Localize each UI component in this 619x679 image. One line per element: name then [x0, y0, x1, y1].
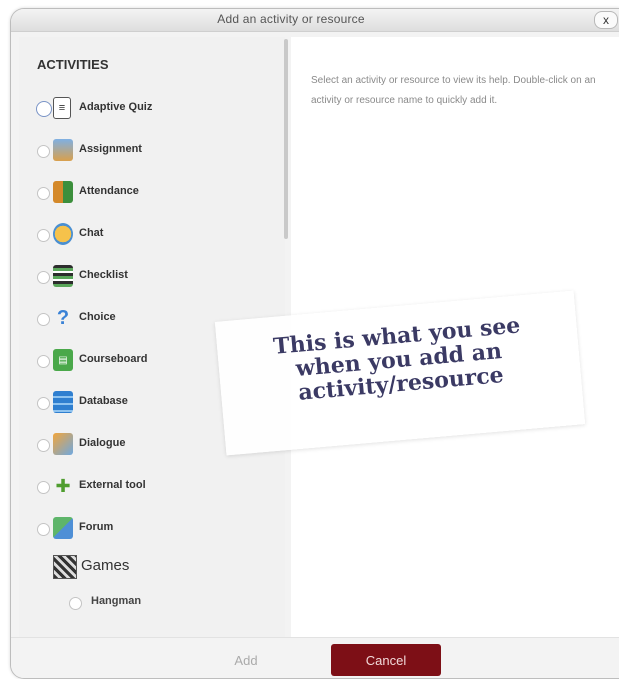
help-text: Select an activity or resource to view i… — [311, 75, 596, 106]
dialogue-icon — [53, 433, 73, 455]
activity-item-adaptive-quiz[interactable]: ≡ Adaptive Quiz — [36, 95, 277, 123]
activity-label: Courseboard — [79, 353, 148, 365]
activity-radio[interactable] — [37, 355, 50, 368]
activity-radio[interactable] — [37, 187, 50, 200]
activity-label: Assignment — [79, 143, 142, 155]
activities-heading: ACTIVITIES — [37, 57, 109, 72]
activity-item-assignment[interactable]: Assignment — [37, 137, 277, 165]
attendance-icon — [53, 181, 73, 203]
choice-icon: ? — [56, 306, 70, 329]
checklist-icon — [53, 265, 73, 287]
activity-item-attendance[interactable]: Attendance — [37, 179, 277, 207]
activity-radio[interactable] — [37, 439, 50, 452]
activity-label: Forum — [79, 521, 114, 533]
activity-item-hangman[interactable]: Hangman — [69, 591, 269, 613]
activity-item-checklist[interactable]: Checklist — [37, 263, 277, 291]
activity-label: Choice — [79, 311, 116, 323]
activity-item-chat[interactable]: Chat — [37, 221, 277, 249]
activity-item-external-tool[interactable]: ✚ External tool — [37, 473, 277, 501]
activity-label: Database — [79, 395, 128, 407]
activity-label: Checklist — [79, 269, 128, 281]
games-icon — [53, 555, 77, 579]
activity-radio[interactable] — [37, 145, 50, 158]
cancel-button[interactable]: Cancel — [331, 644, 441, 676]
activities-scrollbar[interactable] — [284, 39, 288, 239]
external-tool-icon: ✚ — [55, 475, 71, 496]
activity-radio[interactable] — [37, 523, 50, 536]
annotation-text: This is what you see when you add an act… — [272, 312, 522, 406]
dialog-footer: Add Cancel — [11, 637, 619, 678]
activity-radio[interactable] — [37, 397, 50, 410]
activity-label: Attendance — [79, 185, 139, 197]
activity-label: External tool — [79, 479, 146, 491]
activity-label: Dialogue — [79, 437, 126, 449]
games-group-label: Games — [81, 557, 130, 574]
activity-radio[interactable] — [37, 481, 50, 494]
dialog-title: Add an activity or resource — [217, 12, 365, 26]
activity-radio[interactable] — [36, 101, 52, 117]
activity-radio[interactable] — [37, 229, 50, 242]
activity-label: Hangman — [91, 595, 142, 607]
courseboard-icon: ▤ — [53, 349, 73, 371]
close-button[interactable]: x — [594, 11, 618, 29]
add-button[interactable]: Add — [201, 646, 291, 674]
forum-icon — [53, 517, 73, 539]
activity-radio[interactable] — [37, 313, 50, 326]
activity-radio[interactable] — [69, 597, 82, 610]
dialog-titlebar: Add an activity or resource x — [11, 9, 619, 32]
adaptive-quiz-icon: ≡ — [53, 97, 71, 119]
activity-label: Chat — [79, 227, 104, 239]
activity-label: Adaptive Quiz — [79, 101, 153, 113]
chat-icon — [53, 223, 73, 245]
activity-radio[interactable] — [37, 271, 50, 284]
assignment-icon — [53, 139, 73, 161]
activity-item-forum[interactable]: Forum — [37, 515, 277, 543]
database-icon — [53, 391, 73, 413]
